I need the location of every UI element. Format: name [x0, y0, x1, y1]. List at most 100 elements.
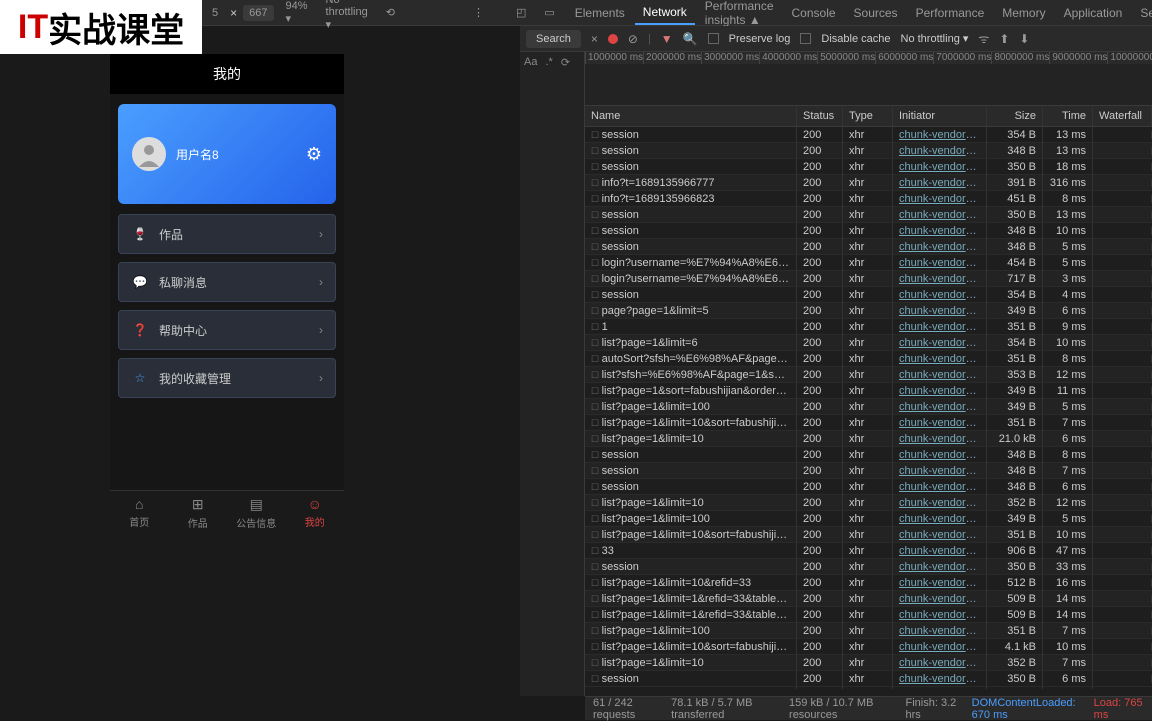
col-waterfall[interactable]: Waterfall [1093, 106, 1152, 126]
tab-label: 作品 [188, 515, 208, 530]
tab-application[interactable]: Application [1056, 2, 1131, 24]
tab-performance[interactable]: Performance [908, 2, 993, 24]
tab-icon: ⌂ [135, 496, 143, 512]
chevron-right-icon: › [319, 227, 323, 241]
preserve-checkbox[interactable] [708, 33, 719, 44]
menu-item[interactable]: 💬 私聊消息 › [118, 262, 336, 302]
more-icon[interactable]: ⋮ [467, 4, 490, 21]
col-status[interactable]: Status [797, 106, 843, 126]
col-time[interactable]: Time [1043, 106, 1093, 126]
menu-icon: 💬 [131, 273, 149, 291]
top-toolbar: 5 × 667 94% ▾ No throttling ▾ ⟲ ⋮ ◰ ▭ El… [202, 0, 1152, 26]
ruler-tick: 8000000 ms [991, 52, 1049, 64]
preserve-label: Preserve log [729, 33, 791, 45]
tab-label: 公告信息 [236, 515, 276, 530]
disable-cache-checkbox[interactable] [800, 33, 811, 44]
device-height[interactable]: 667 [243, 5, 273, 21]
tab-bar-item[interactable]: ▤ 公告信息 [227, 491, 286, 534]
avatar[interactable] [132, 137, 166, 171]
search-sidebar: Aa .* ⟳ [520, 52, 585, 696]
clear-icon[interactable]: ⊘ [628, 32, 638, 46]
menu-label: 作品 [159, 226, 183, 243]
tab-icon: ⊞ [192, 496, 204, 513]
col-type[interactable]: Type [843, 106, 893, 126]
refresh-icon[interactable]: ⟳ [561, 56, 570, 69]
table-header: Name Status Type Initiator Size Time Wat… [585, 106, 1152, 127]
resources: 159 kB / 10.7 MB resources [789, 697, 891, 721]
device-width: 5 [206, 5, 224, 21]
search-button[interactable]: Search [526, 30, 581, 48]
tab-elements[interactable]: Elements [567, 2, 633, 24]
tab-bar-item[interactable]: ☺ 我的 [286, 491, 345, 534]
case-icon[interactable]: Aa [524, 56, 537, 68]
zoom-select[interactable]: 94% ▾ [280, 0, 314, 27]
menu-icon: 🍷 [131, 225, 149, 243]
ruler-tick: 1000000 ms [585, 52, 643, 64]
tab-label: 我的 [305, 514, 325, 529]
col-initiator[interactable]: Initiator [893, 106, 987, 126]
menu-item[interactable]: 🍷 作品 › [118, 214, 336, 254]
timeline-ruler[interactable]: 1000000 ms2000000 ms3000000 ms4000000 ms… [585, 52, 1152, 64]
dim-close-icon[interactable]: × [230, 6, 237, 20]
ruler-tick: 9000000 ms [1049, 52, 1107, 64]
tab-bar-item[interactable]: ⊞ 作品 [169, 491, 228, 534]
wifi-icon[interactable]: ᯤ [978, 30, 989, 47]
tab-security[interactable]: Security [1132, 2, 1152, 24]
network-status-bar: 61 / 242 requests 78.1 kB / 5.7 MB trans… [585, 696, 1152, 720]
disable-cache-label: Disable cache [821, 33, 890, 45]
col-size[interactable]: Size [987, 106, 1043, 126]
brand-logo: IT实战课堂 [0, 0, 202, 54]
ruler-tick: 2000000 ms [643, 52, 701, 64]
user-card[interactable]: 用户名8 ⚙ [118, 104, 336, 204]
tab-console[interactable]: Console [784, 2, 844, 24]
tab-icon: ▤ [250, 496, 263, 513]
ruler-tick: 7000000 ms [933, 52, 991, 64]
transferred: 78.1 kB / 5.7 MB transferred [671, 697, 775, 721]
record-icon[interactable] [608, 34, 618, 44]
ruler-tick: 10000000 ms [1107, 52, 1152, 64]
chevron-right-icon: › [319, 323, 323, 337]
tab-label: 首页 [129, 514, 149, 529]
finish-time: Finish: 3.2 hrs [906, 697, 958, 721]
table-row[interactable]: session200xhrchunk-vendors.js:15022350 B… [585, 671, 1152, 687]
device-toggle-icon[interactable]: ▭ [538, 4, 560, 21]
dom-loaded: DOMContentLoaded: 670 ms [972, 697, 1080, 721]
timeline-overview[interactable] [585, 64, 1152, 106]
filter-icon[interactable]: ▼ [661, 32, 673, 46]
download-icon[interactable]: ⬇ [1019, 32, 1029, 46]
throttle-select[interactable]: No throttling ▾ [320, 0, 374, 33]
menu-icon: ❓ [131, 321, 149, 339]
ruler-tick: 6000000 ms [875, 52, 933, 64]
tab-icon: ☺ [308, 496, 322, 512]
menu-item[interactable]: ❓帮助中心› [118, 310, 336, 350]
search-icon[interactable]: 🔍 [683, 32, 698, 46]
regex-icon[interactable]: .* [545, 56, 552, 68]
close-search-icon[interactable]: × [591, 32, 598, 46]
chevron-right-icon: › [319, 371, 323, 385]
page-title: 我的 [110, 54, 344, 94]
gear-icon[interactable]: ⚙ [306, 144, 322, 165]
menu-icon: ☆ [131, 369, 149, 387]
tab-memory[interactable]: Memory [994, 2, 1053, 24]
tab-network[interactable]: Network [635, 1, 695, 25]
username-label: 用户名8 [176, 146, 219, 163]
chevron-right-icon: › [319, 275, 323, 289]
menu-label: 私聊消息 [159, 274, 207, 291]
ruler-tick: 3000000 ms [701, 52, 759, 64]
tab-sources[interactable]: Sources [846, 2, 906, 24]
menu-label: 我的收藏管理 [159, 370, 231, 387]
mobile-preview: 我的 用户名8 ⚙ 🍷作品›💬私聊消息›❓帮助中心›☆我的收藏管理› ⌂首页⊞作… [110, 54, 344, 534]
network-table: Name Status Type Initiator Size Time Wat… [585, 106, 1152, 696]
tab-bar-item[interactable]: ⌂ 首页 [110, 491, 169, 534]
request-count: 61 / 242 requests [593, 697, 657, 721]
ruler-tick: 5000000 ms [817, 52, 875, 64]
throttle-dropdown[interactable]: No throttling ▾ [901, 32, 969, 45]
inspect-icon[interactable]: ◰ [510, 4, 532, 21]
menu-item[interactable]: ☆ 我的收藏管理 › [118, 358, 336, 398]
rotate-icon[interactable]: ⟲ [380, 4, 401, 21]
col-name[interactable]: Name [585, 106, 797, 126]
ruler-tick: 4000000 ms [759, 52, 817, 64]
upload-icon[interactable]: ⬆ [999, 32, 1009, 46]
bottom-tab-bar: ⌂ 首页 ⊞ 作品 ▤ 公告信息 ☺ 我的 [110, 490, 344, 534]
load-time: Load: 765 ms [1094, 697, 1144, 721]
